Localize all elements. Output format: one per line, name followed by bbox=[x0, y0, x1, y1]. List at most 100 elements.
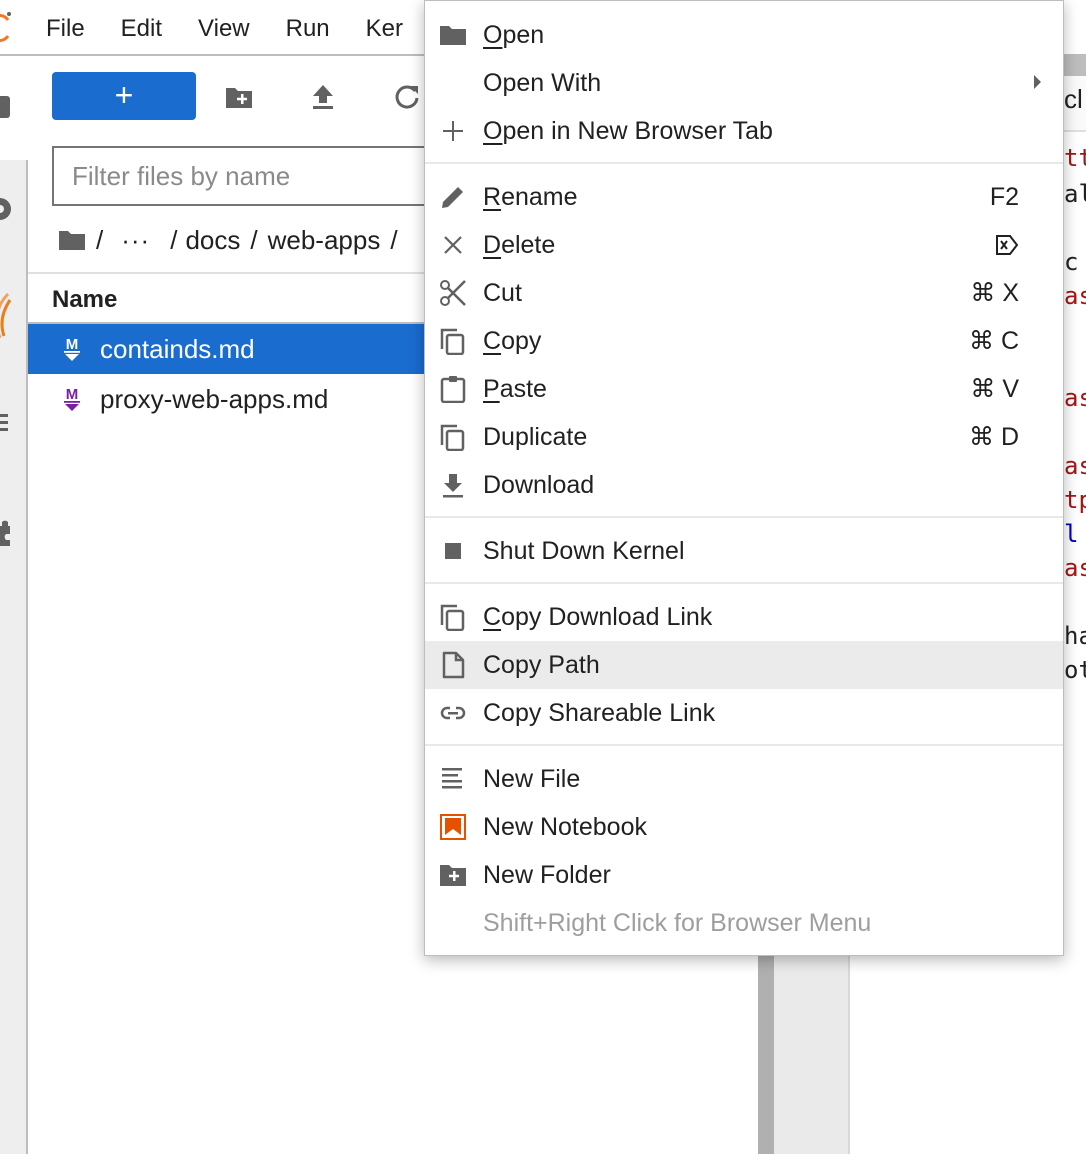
code-line: l bbox=[1064, 520, 1079, 548]
menu-item-copy[interactable]: Copy ⌘ C bbox=[425, 317, 1063, 365]
code-line: al bbox=[1064, 180, 1086, 208]
breadcrumb-separator: / bbox=[170, 224, 178, 255]
menu-item-cut[interactable]: Cut ⌘ X bbox=[425, 269, 1063, 317]
file-row-proxy-web-apps[interactable]: M proxy-web-apps.md bbox=[28, 374, 424, 424]
mnemonic: O bbox=[483, 116, 503, 145]
menu-item-new-folder[interactable]: New Folder bbox=[425, 851, 1063, 899]
column-header-name[interactable]: Name bbox=[28, 272, 424, 324]
table-of-contents-icon[interactable] bbox=[0, 410, 14, 436]
menu-item-label: Download bbox=[483, 470, 595, 499]
menu-item-label: opy bbox=[501, 326, 542, 355]
menu-item-label: pen bbox=[502, 20, 545, 49]
menu-kernel[interactable]: Ker bbox=[366, 14, 403, 44]
upload-icon[interactable] bbox=[308, 82, 338, 112]
breadcrumb-ellipsis[interactable]: ··· bbox=[121, 225, 150, 256]
activity-bar-top bbox=[0, 58, 28, 160]
code-editor[interactable]: tt al c as as as tp l as ha ot bbox=[1062, 140, 1086, 700]
mnemonic: C bbox=[483, 602, 502, 631]
mnemonic: R bbox=[483, 182, 502, 211]
shortcut-label: F2 bbox=[989, 182, 1019, 211]
running-icon[interactable] bbox=[0, 196, 14, 222]
menu-item-duplicate[interactable]: Duplicate ⌘ D bbox=[425, 413, 1063, 461]
shortcut-label: ⌘ X bbox=[970, 279, 1019, 307]
duplicate-icon bbox=[440, 424, 465, 451]
menu-item-copy-shareable-link[interactable]: Copy Shareable Link bbox=[425, 689, 1063, 737]
code-line: tt bbox=[1064, 144, 1086, 172]
menu-hint-row: Shift+Right Click for Browser Menu bbox=[425, 899, 1063, 947]
file-browser-toolbar: + bbox=[52, 72, 432, 120]
menu-item-copy-path[interactable]: Copy Path bbox=[425, 641, 1063, 689]
panel-resize-handle[interactable] bbox=[758, 954, 774, 1154]
menu-item-label: elete bbox=[501, 230, 556, 259]
mnemonic: C bbox=[483, 326, 502, 355]
code-line: ot bbox=[1064, 656, 1086, 684]
menu-item-shutdown-kernel[interactable]: Shut Down Kernel bbox=[425, 527, 1063, 575]
column-header-label: Name bbox=[52, 286, 118, 313]
menu-item-open-with[interactable]: Open With bbox=[425, 59, 1063, 107]
delete-key-icon bbox=[996, 235, 1019, 255]
folder-icon bbox=[440, 26, 466, 45]
files-tab-icon[interactable] bbox=[0, 94, 14, 120]
menu-run[interactable]: Run bbox=[286, 14, 330, 44]
menu-item-copy-download-link[interactable]: Copy Download Link bbox=[425, 593, 1063, 641]
home-folder-icon[interactable] bbox=[58, 228, 86, 252]
new-launcher-button[interactable]: + bbox=[52, 72, 196, 120]
menu-separator bbox=[425, 582, 1063, 584]
menu-separator bbox=[425, 516, 1063, 518]
menu-item-delete[interactable]: Delete bbox=[425, 221, 1063, 269]
menu-item-open[interactable]: Open bbox=[425, 11, 1063, 59]
extension-flame-icon[interactable] bbox=[0, 292, 14, 342]
code-line: tp bbox=[1064, 486, 1086, 514]
menu-separator bbox=[425, 744, 1063, 746]
filter-files-input[interactable] bbox=[52, 146, 432, 206]
file-icon bbox=[442, 651, 465, 679]
text-file-icon bbox=[442, 768, 462, 789]
menu-item-rename[interactable]: Rename F2 bbox=[425, 173, 1063, 221]
submenu-arrow-icon bbox=[1034, 75, 1041, 89]
menu-item-paste[interactable]: Paste ⌘ V bbox=[425, 365, 1063, 413]
shortcut-label: ⌘ D bbox=[969, 423, 1019, 451]
context-menu: Open Open With Open in New Browser Tab R… bbox=[424, 0, 1064, 956]
menu-item-label: Cut bbox=[483, 278, 522, 307]
breadcrumb-separator: / bbox=[250, 224, 258, 255]
file-browser-panel: + / ··· / docs / web-apps / Name M conta… bbox=[28, 58, 432, 1154]
side-panel bbox=[774, 954, 850, 1154]
shortcut-label: ⌘ C bbox=[969, 327, 1019, 355]
activity-bar bbox=[0, 160, 28, 1154]
edit-icon bbox=[442, 187, 463, 208]
file-row-containds[interactable]: M containds.md bbox=[28, 324, 424, 374]
breadcrumb-docs[interactable]: docs bbox=[185, 225, 240, 256]
menu-item-new-notebook[interactable]: New Notebook bbox=[425, 803, 1063, 851]
menu-item-label: New Notebook bbox=[483, 812, 647, 841]
stop-icon bbox=[445, 543, 461, 559]
paste-icon bbox=[440, 376, 466, 403]
menu-item-open-new-tab[interactable]: Open in New Browser Tab bbox=[425, 107, 1063, 155]
menu-item-download[interactable]: Download bbox=[425, 461, 1063, 509]
menu-item-new-file[interactable]: New File bbox=[425, 755, 1063, 803]
new-folder-icon[interactable] bbox=[224, 82, 254, 112]
breadcrumb-web-apps[interactable]: web-apps bbox=[268, 225, 381, 256]
svg-text:M: M bbox=[66, 336, 79, 353]
jupyter-logo-icon bbox=[0, 12, 11, 43]
extension-manager-icon[interactable] bbox=[0, 520, 14, 546]
menu-file[interactable]: File bbox=[46, 14, 85, 44]
mnemonic: D bbox=[483, 230, 502, 259]
close-icon bbox=[444, 236, 462, 254]
menu-item-label: New Folder bbox=[483, 860, 611, 889]
markdown-icon: M bbox=[64, 336, 80, 361]
code-line: as bbox=[1064, 554, 1086, 582]
menu-item-label: Copy Shareable Link bbox=[483, 698, 716, 727]
shortcut-label: ⌘ V bbox=[970, 375, 1019, 403]
menu-edit[interactable]: Edit bbox=[121, 14, 162, 44]
breadcrumb-separator: / bbox=[390, 224, 398, 255]
copy-icon bbox=[440, 604, 465, 631]
refresh-icon[interactable] bbox=[392, 82, 422, 112]
editor-tab[interactable]: cl bbox=[1062, 76, 1086, 132]
breadcrumb-root[interactable]: / bbox=[96, 225, 103, 256]
editor-tab-label: cl bbox=[1064, 84, 1083, 114]
menu-view[interactable]: View bbox=[198, 14, 250, 44]
add-icon bbox=[443, 121, 463, 141]
download-icon bbox=[443, 474, 463, 498]
cut-icon bbox=[440, 280, 466, 306]
breadcrumb: / ··· / docs / web-apps / bbox=[58, 220, 408, 260]
